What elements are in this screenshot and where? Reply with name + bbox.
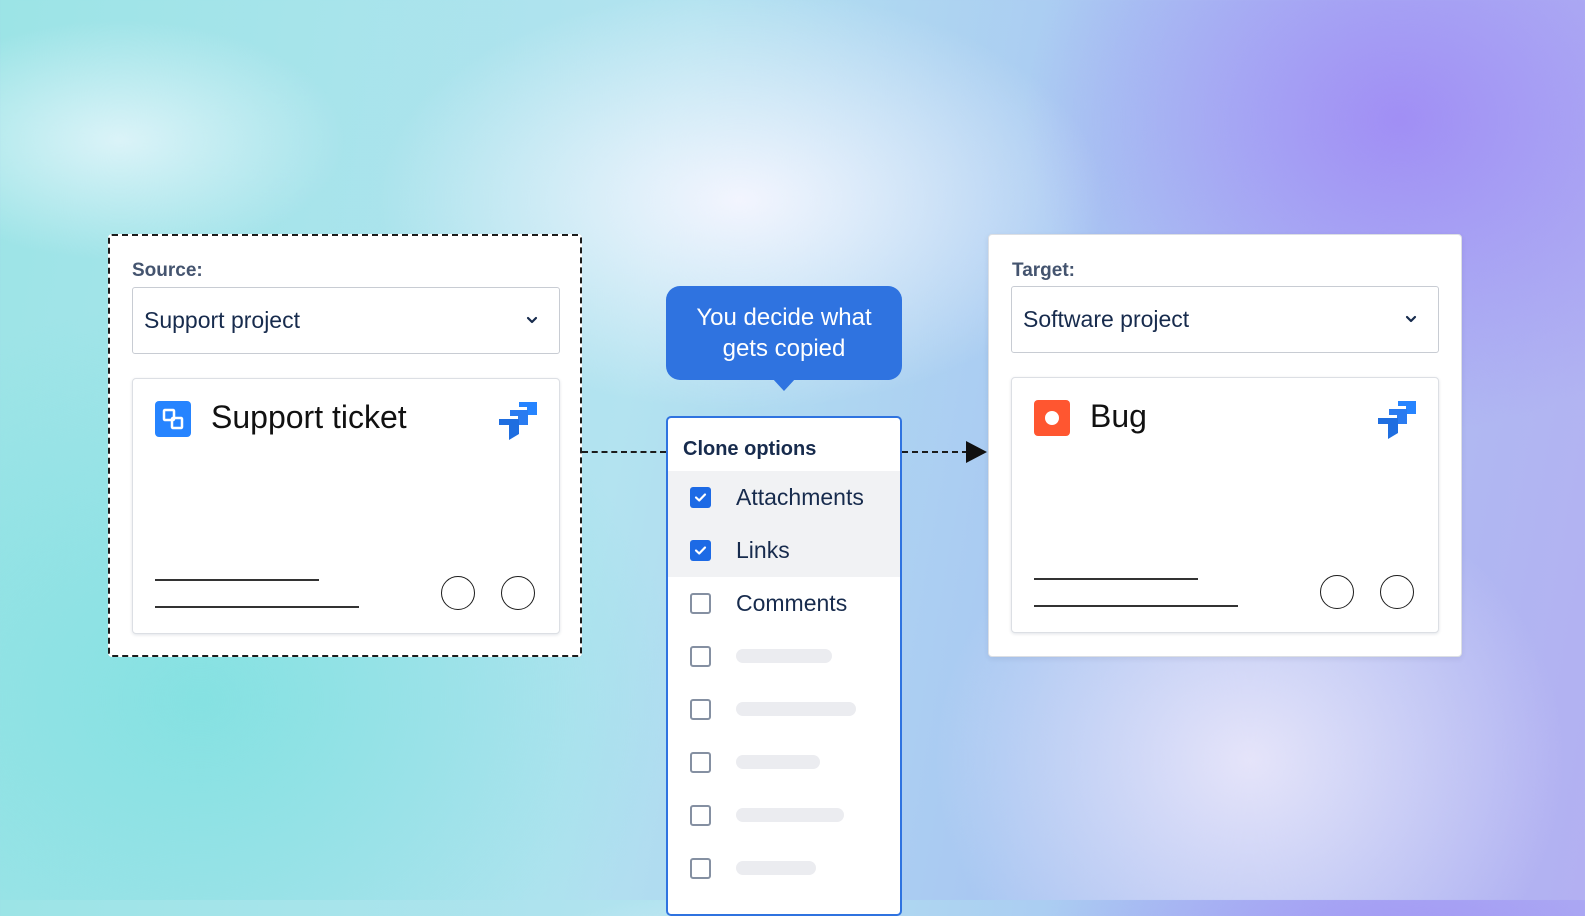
option-links[interactable]: Links [668, 524, 900, 577]
arrow-right-icon [966, 441, 987, 463]
chevron-down-icon [526, 316, 538, 324]
target-panel: Target: Software project Bug [988, 234, 1462, 657]
dashed-connector [902, 451, 968, 453]
checkbox-unchecked[interactable] [690, 858, 711, 879]
option-label: Comments [736, 590, 848, 616]
dashed-connector [582, 451, 666, 453]
checkbox-unchecked[interactable] [690, 646, 711, 667]
text-placeholder-line [1034, 578, 1198, 580]
label-skeleton [736, 702, 856, 716]
checkbox-unchecked[interactable] [690, 805, 711, 826]
support-ticket-icon [155, 401, 191, 437]
checkmark-icon [694, 493, 707, 502]
label-skeleton [736, 808, 844, 822]
jira-logo-icon [499, 402, 537, 440]
option-placeholder[interactable] [668, 842, 900, 895]
label-skeleton [736, 861, 816, 875]
clone-options-panel: Clone options Attachments Links Comments [666, 416, 902, 916]
label-skeleton [736, 755, 820, 769]
option-placeholder[interactable] [668, 736, 900, 789]
target-project-select[interactable]: Software project [1011, 286, 1439, 353]
checkbox-checked[interactable] [690, 487, 711, 508]
option-placeholder[interactable] [668, 630, 900, 683]
chevron-down-icon [1405, 315, 1417, 323]
avatar-placeholder [1380, 575, 1414, 609]
text-placeholder-line [155, 579, 319, 581]
source-panel: Source: Support project Support ticket [108, 234, 582, 657]
checkbox-unchecked[interactable] [690, 593, 711, 614]
callout-tail [772, 378, 796, 391]
checkbox-unchecked[interactable] [690, 752, 711, 773]
target-card-title: Bug [1090, 398, 1147, 434]
checkbox-unchecked[interactable] [690, 699, 711, 720]
text-placeholder-line [155, 606, 359, 608]
bug-icon [1034, 400, 1070, 436]
source-select-value: Support project [144, 307, 300, 333]
label-skeleton [736, 649, 832, 663]
target-label: Target: [1012, 260, 1075, 281]
avatar-placeholder [501, 576, 535, 610]
callout-text: You decide what gets copied [696, 304, 872, 362]
text-placeholder-line [1034, 605, 1238, 607]
checkmark-icon [694, 546, 707, 555]
option-attachments[interactable]: Attachments [668, 471, 900, 524]
checkbox-checked[interactable] [690, 540, 711, 561]
avatar-placeholder [441, 576, 475, 610]
callout-tooltip: You decide what gets copied [666, 286, 902, 380]
jira-logo-icon [1378, 401, 1416, 439]
option-placeholder[interactable] [668, 683, 900, 736]
clone-options-title: Clone options [683, 438, 817, 460]
target-select-value: Software project [1023, 306, 1190, 332]
source-label: Source: [132, 260, 203, 281]
source-project-select[interactable]: Support project [132, 287, 560, 354]
option-label: Attachments [736, 484, 864, 510]
avatar-placeholder [1320, 575, 1354, 609]
source-card-title: Support ticket [211, 399, 407, 435]
option-comments[interactable]: Comments [668, 577, 900, 630]
target-issue-card[interactable]: Bug [1011, 377, 1439, 633]
option-label: Links [736, 537, 790, 563]
source-issue-card[interactable]: Support ticket [132, 378, 560, 634]
option-placeholder[interactable] [668, 789, 900, 842]
